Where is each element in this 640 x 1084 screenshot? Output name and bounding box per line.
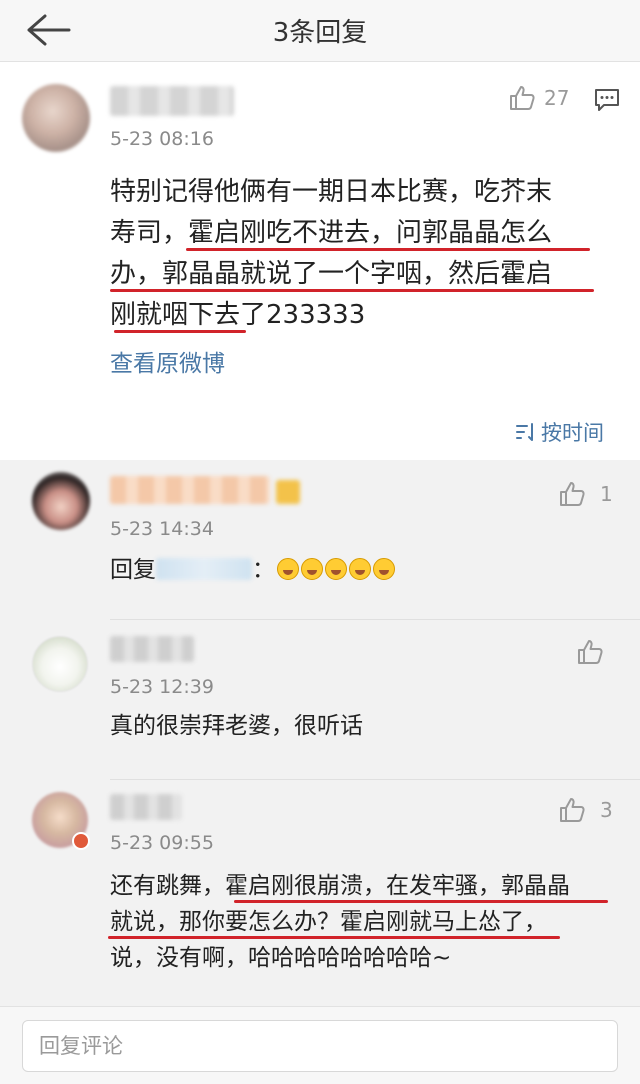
reply-input[interactable]	[22, 1020, 618, 1072]
reply-text: 还有跳舞，霍启刚很崩溃，在发牢骚，郭晶晶 就说，那你要怎么办？霍启刚就马上怂了，…	[108, 868, 608, 976]
page-title: 3条回复	[272, 18, 368, 48]
reply-time: 5-23 12:39	[110, 676, 214, 698]
comment-line-1: 特别记得他俩有一期日本比赛，吃芥末	[110, 177, 553, 207]
reply-item: 5-23 14:34 1 回复 ：	[0, 460, 640, 620]
highlight-underline	[114, 330, 246, 333]
like-button[interactable]: 27	[508, 84, 569, 112]
laugh-cry-emoji-icon	[301, 558, 323, 580]
highlight-underline	[234, 900, 608, 903]
avatar[interactable]	[32, 472, 90, 530]
like-button[interactable]	[576, 638, 612, 666]
view-original-link[interactable]: 查看原微博	[110, 344, 225, 378]
sort-label: 按时间	[541, 421, 604, 445]
reply-item: 5-23 09:55 3 还有跳舞，霍启刚很崩溃，在发牢骚，郭晶晶 就说，那你要…	[0, 780, 640, 1006]
reply-suffix: ：	[252, 557, 275, 583]
comment-text: 特别记得他俩有一期日本比赛，吃芥末 寿司，霍启刚吃不进去，问郭晶晶怎么 办，郭晶…	[110, 172, 610, 336]
thumbs-up-icon	[560, 482, 585, 506]
mention-blurred[interactable]	[156, 558, 252, 580]
reply-time: 5-23 09:55	[110, 832, 214, 854]
verified-badge-icon	[72, 832, 90, 850]
like-count: 3	[600, 798, 613, 822]
thumbs-up-icon	[510, 86, 535, 110]
reply-line-3: 说，没有啊，哈哈哈哈哈哈哈哈~	[110, 945, 452, 971]
sort-by-time-button[interactable]: 按时间	[515, 417, 604, 447]
laugh-cry-emoji-icon	[325, 558, 347, 580]
like-count: 27	[544, 86, 570, 110]
thumbs-up-icon	[578, 640, 603, 664]
reply-line-1: 还有跳舞，霍启刚很崩溃，在发牢骚，郭晶晶	[110, 873, 570, 899]
reply-text: 真的很崇拜老婆，很听话	[110, 708, 363, 744]
reply-item: 5-23 12:39 真的很崇拜老婆，很听话	[0, 620, 640, 780]
top-bar: 3条回复	[0, 0, 640, 62]
laugh-cry-emoji-icon	[277, 558, 299, 580]
username-blurred[interactable]	[110, 794, 182, 820]
reply-line-1: 回复 ：	[110, 552, 395, 588]
comment-icon[interactable]	[594, 88, 620, 112]
highlight-underline	[108, 936, 560, 939]
username-blurred[interactable]	[110, 636, 194, 662]
reply-prefix: 回复	[110, 557, 156, 583]
highlight-underline	[110, 289, 594, 292]
user-badge-blurred	[276, 480, 300, 504]
reply-line-2: 就说，那你要怎么办？霍启刚就马上怂了，	[110, 909, 547, 935]
avatar[interactable]	[32, 636, 88, 692]
like-button[interactable]: 1	[558, 480, 613, 508]
laugh-cry-emoji-icon	[373, 558, 395, 580]
reply-footer	[0, 1006, 640, 1084]
avatar[interactable]	[22, 84, 90, 152]
like-button[interactable]: 3	[558, 796, 613, 824]
laugh-cry-emoji-icon	[349, 558, 371, 580]
comment-time: 5-23 08:16	[110, 128, 214, 150]
reply-time: 5-23 14:34	[110, 518, 214, 540]
main-comment: 5-23 08:16 27 特别记得他俩有一期日本比赛，吃芥末 寿司，霍启刚吃不…	[0, 62, 640, 460]
thumbs-up-icon	[560, 798, 585, 822]
username-blurred[interactable]	[110, 86, 234, 116]
like-count: 1	[600, 482, 613, 506]
reply-line-1: 真的很崇拜老婆，很听话	[110, 713, 363, 739]
sort-icon	[516, 423, 533, 441]
reply-text: 回复 ：	[110, 552, 395, 588]
highlight-underline	[186, 248, 590, 251]
username-blurred[interactable]	[110, 476, 270, 504]
